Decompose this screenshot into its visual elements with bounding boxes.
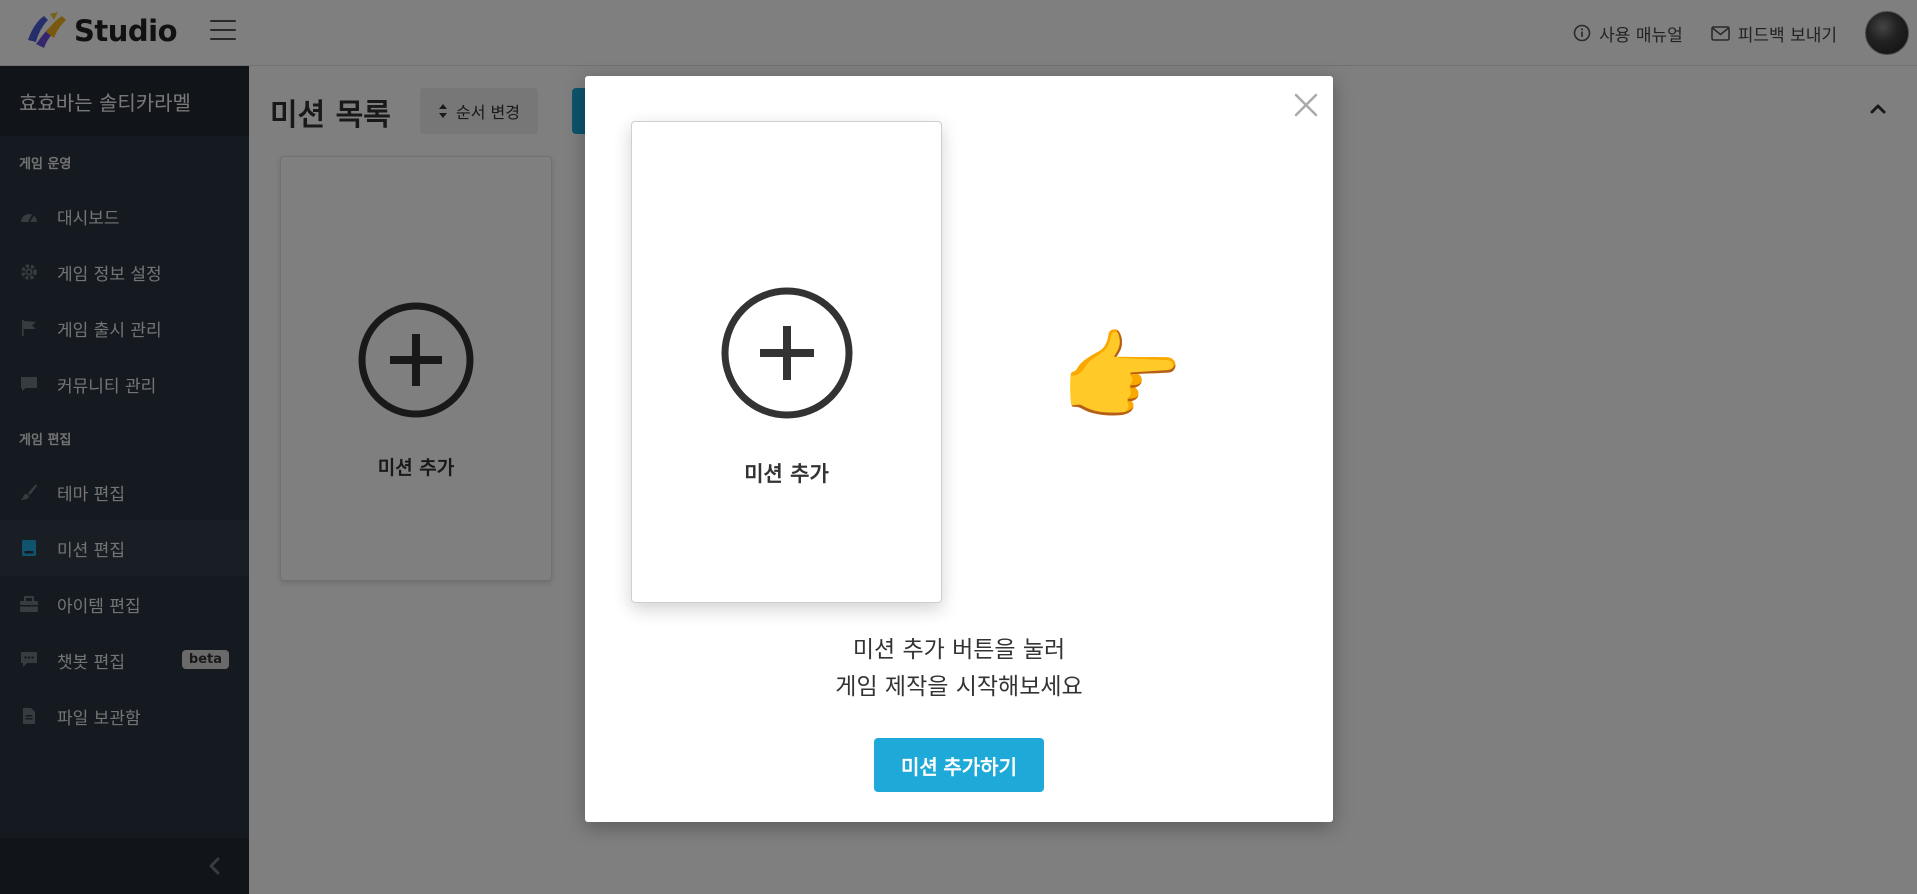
demo-card-label: 미션 추가 — [744, 462, 829, 486]
onboarding-modal: 미션 추가 👉 미션 추가 버튼을 눌러 게임 제작을 시작해보세요 미션 추가… — [585, 76, 1333, 822]
hint-line: 게임 제작을 시작해보세요 — [835, 674, 1083, 700]
close-icon[interactable] — [1291, 90, 1321, 120]
modal-hint-text: 미션 추가 버튼을 눌러 게임 제작을 시작해보세요 — [585, 632, 1333, 706]
pointing-hand-icon: 👉 — [1059, 319, 1184, 436]
hint-line: 미션 추가 버튼을 눌러 — [852, 637, 1066, 663]
demo-add-mission-card[interactable]: 미션 추가 — [631, 121, 942, 603]
plus-circle-icon — [720, 286, 854, 424]
add-mission-button[interactable]: 미션 추가하기 — [874, 738, 1044, 792]
